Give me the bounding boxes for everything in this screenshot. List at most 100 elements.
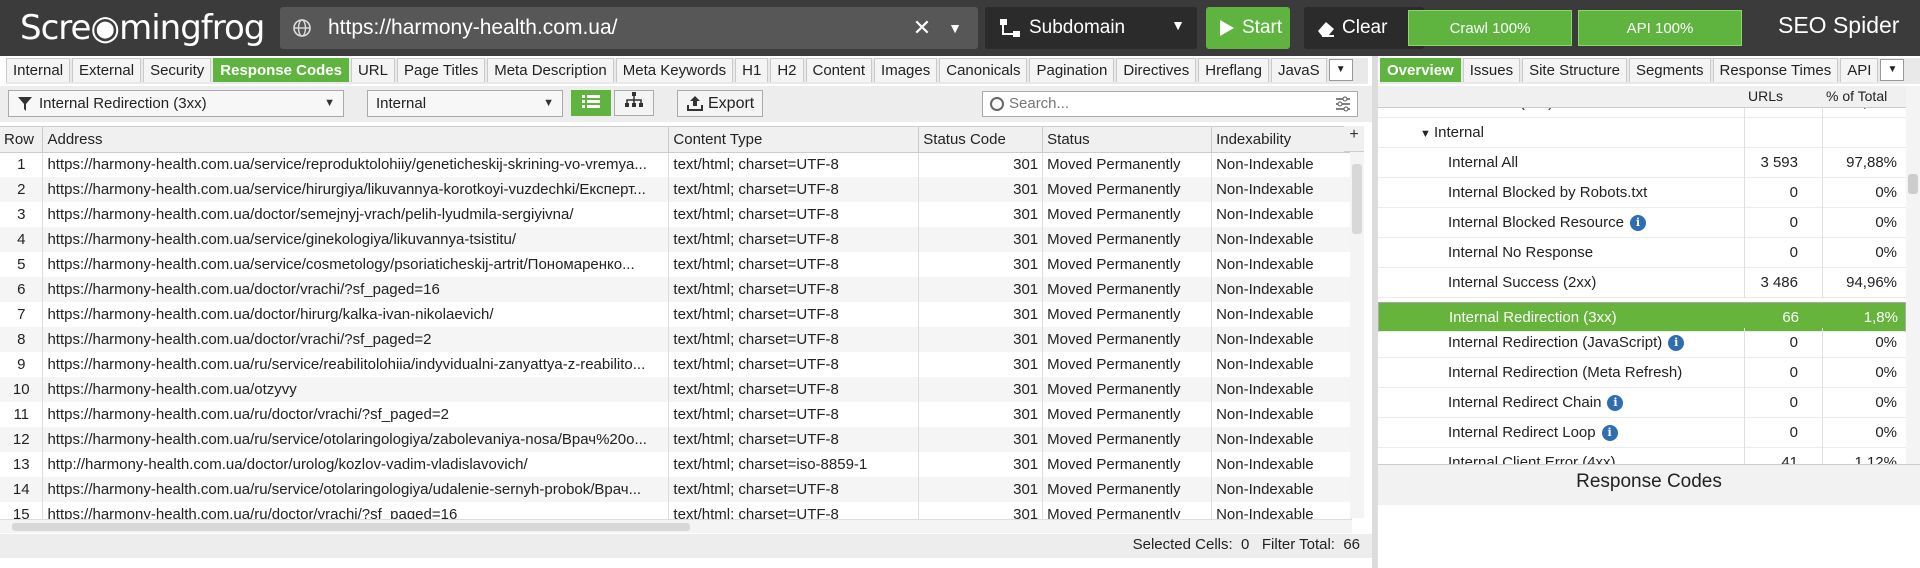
tab-site-structure[interactable]: Site Structure [1522,58,1627,82]
cell-row[interactable]: 15 [0,502,44,519]
cell-status-code[interactable]: 301 [918,152,1044,177]
cell-indexability[interactable]: Non-Indexable [1211,202,1352,227]
table-row[interactable]: 3 https://harmony-health.com.ua/doctor/se… [0,202,1352,227]
cell-indexability[interactable]: Non-Indexable [1211,252,1352,277]
percent-column-header[interactable]: % of Total [1826,88,1887,104]
cell-status[interactable]: Moved Permanently [1042,302,1213,327]
table-row[interactable]: 15 https://harmony-health.com.ua/ru/docto… [0,502,1352,519]
cell-content-type[interactable]: text/html; charset=UTF-8 [668,152,920,177]
cell-status-code[interactable]: 301 [918,377,1044,402]
tab-content[interactable]: Content [805,58,873,82]
right-tabs-overflow-chevron-icon[interactable]: ▼ [1880,59,1905,81]
cell-content-type[interactable]: text/html; charset=UTF-8 [668,402,920,427]
cell-indexability[interactable]: Non-Indexable [1211,302,1352,327]
tree-item-internal-blocked-resource[interactable]: Internal Blocked Resource i 0 0% [1378,208,1906,238]
cell-status[interactable]: Moved Permanently [1042,377,1213,402]
clear-url-icon[interactable]: ✕ [910,7,934,49]
tab-images[interactable]: Images [874,58,938,82]
cell-content-type[interactable]: text/html; charset=UTF-8 [668,427,920,452]
clear-button[interactable]: Clear [1304,7,1424,49]
info-icon[interactable]: i [1629,215,1646,232]
cell-address[interactable]: https://harmony-health.com.ua/service/gi… [42,227,670,252]
tree-item-internal-redirection-meta-refresh[interactable]: Internal Redirection (Meta Refresh) 0 0% [1378,358,1906,388]
cell-indexability[interactable]: Non-Indexable [1211,502,1352,519]
cell-content-type[interactable]: text/html; charset=UTF-8 [668,377,920,402]
tree-item-internal-no-response[interactable]: Internal No Response 0 0% [1378,238,1906,268]
tab-external[interactable]: External [72,58,142,82]
cell-address[interactable]: https://harmony-health.com.ua/ru/service… [42,427,670,452]
tab-directives[interactable]: Directives [1116,58,1197,82]
overview-scrollbar[interactable] [1906,86,1920,464]
cell-content-type[interactable]: text/html; charset=UTF-8 [668,327,920,352]
cell-status[interactable]: Moved Permanently [1042,402,1213,427]
cell-indexability[interactable]: Non-Indexable [1211,452,1352,477]
cell-address[interactable]: https://harmony-health.com.ua/ru/doctor/… [42,402,670,427]
table-row[interactable]: 12 https://harmony-health.com.ua/ru/servi… [0,427,1352,452]
cell-address[interactable]: https://harmony-health.com.ua/ru/doctor/… [42,502,670,519]
cell-status-code[interactable]: 301 [918,477,1044,502]
cell-address[interactable]: http://harmony-health.com.ua/doctor/urol… [42,452,670,477]
cell-status[interactable]: Moved Permanently [1042,177,1213,202]
table-row[interactable]: 11 https://harmony-health.com.ua/ru/docto… [0,402,1352,427]
cell-indexability[interactable]: Non-Indexable [1211,377,1352,402]
tree-item-server-error[interactable]: Server Error (5xx) 1 0,03% [1378,108,1906,118]
add-column-icon[interactable]: + [1344,126,1364,152]
cell-status-code[interactable]: 301 [918,427,1044,452]
table-row[interactable]: 4 https://harmony-health.com.ua/service/g… [0,227,1352,252]
cell-indexability[interactable]: Non-Indexable [1211,427,1352,452]
cell-status[interactable]: Moved Permanently [1042,277,1213,302]
search-input[interactable] [1009,95,1309,112]
cell-content-type[interactable]: text/html; charset=iso-8859-1 [668,452,920,477]
cell-indexability[interactable]: Non-Indexable [1211,352,1352,377]
tree-group-internal[interactable]: ▼ Internal [1378,118,1906,148]
url-input[interactable] [328,12,868,44]
cell-status-code[interactable]: 301 [918,502,1044,519]
table-row[interactable]: 13 http://harmony-health.com.ua/doctor/ur… [0,452,1352,477]
tab-meta-keywords[interactable]: Meta Keywords [615,58,734,82]
cell-indexability[interactable]: Non-Indexable [1211,477,1352,502]
table-row[interactable]: 6 https://harmony-health.com.ua/doctor/vr… [0,277,1352,302]
cell-status[interactable]: Moved Permanently [1042,152,1213,177]
cell-indexability[interactable]: Non-Indexable [1211,227,1352,252]
url-bar[interactable]: ✕ ▼ [280,7,978,49]
cell-row[interactable]: 9 [0,352,44,377]
type-dropdown[interactable]: Internal ▼ [367,90,563,117]
info-icon[interactable]: i [1668,335,1685,352]
cell-row[interactable]: 5 [0,252,44,277]
cell-status-code[interactable]: 301 [918,252,1044,277]
table-row[interactable]: 8 https://harmony-health.com.ua/doctor/vr… [0,327,1352,352]
info-icon[interactable]: i [1607,395,1624,412]
scroll-thumb[interactable] [12,523,690,531]
tab-response-codes[interactable]: Response Codes [213,58,349,82]
column-header-content-type[interactable]: Content Type [668,127,920,153]
cell-row[interactable]: 2 [0,177,44,202]
tab-page-titles[interactable]: Page Titles [396,58,486,82]
cell-status[interactable]: Moved Permanently [1042,452,1213,477]
urls-column-header[interactable]: URLs [1748,88,1783,104]
tabs-overflow-chevron-icon[interactable]: ▼ [1328,59,1353,81]
search-options-icon[interactable] [1335,96,1351,112]
cell-content-type[interactable]: text/html; charset=UTF-8 [668,302,920,327]
tab-hreflang[interactable]: Hreflang [1198,58,1269,82]
cell-status-code[interactable]: 301 [918,327,1044,352]
cell-status[interactable]: Moved Permanently [1042,427,1213,452]
cell-content-type[interactable]: text/html; charset=UTF-8 [668,202,920,227]
cell-content-type[interactable]: text/html; charset=UTF-8 [668,227,920,252]
cell-row[interactable]: 6 [0,277,44,302]
tab-security[interactable]: Security [143,58,212,82]
cell-address[interactable]: https://harmony-health.com.ua/service/co… [42,252,670,277]
cell-row[interactable]: 11 [0,402,44,427]
table-row[interactable]: 1 https://harmony-health.com.ua/service/r… [0,152,1352,177]
cell-address[interactable]: https://harmony-health.com.ua/doctor/sem… [42,202,670,227]
tab-overview[interactable]: Overview [1380,58,1461,82]
table-row[interactable]: 5 https://harmony-health.com.ua/service/c… [0,252,1352,277]
column-header-status[interactable]: Status [1042,127,1213,153]
tree-item-internal-success-2xx[interactable]: Internal Success (2xx) 3 486 94,96% [1378,268,1906,298]
scroll-thumb[interactable] [1352,164,1362,234]
tab-response-times[interactable]: Response Times [1712,58,1839,82]
cell-indexability[interactable]: Non-Indexable [1211,177,1352,202]
tab-canonicals[interactable]: Canonicals [939,58,1028,82]
tree-item-internal-blocked-by-robots-txt[interactable]: Internal Blocked by Robots.txt 0 0% [1378,178,1906,208]
cell-status[interactable]: Moved Permanently [1042,252,1213,277]
cell-row[interactable]: 13 [0,452,44,477]
